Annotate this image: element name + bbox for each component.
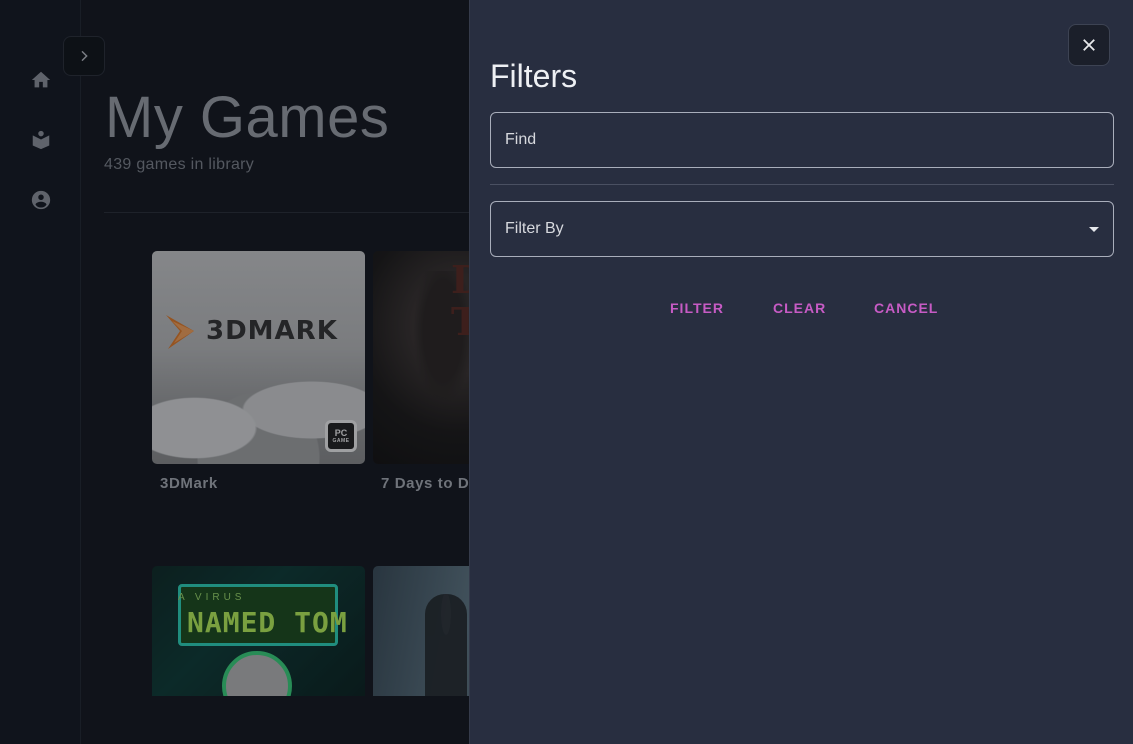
pc-game-badge-icon: PC GAME xyxy=(325,420,357,452)
filters-panel: Filters Filter By FILTER CLEAR CANCEL xyxy=(469,0,1133,744)
game-title-7-days-to-die[interactable]: 7 Days to Die xyxy=(381,475,483,492)
dropdown-arrow-icon xyxy=(1089,227,1099,232)
3dmark-swoosh-icon xyxy=(166,315,194,349)
panel-title: Filters xyxy=(490,58,578,94)
badge-bottom-text: GAME xyxy=(332,437,350,444)
badge-top-text: PC xyxy=(334,427,348,438)
3dmark-logo: 3DMARK xyxy=(164,309,338,353)
filter-by-select[interactable]: Filter By xyxy=(490,201,1114,257)
home-icon[interactable] xyxy=(28,67,54,93)
divider xyxy=(490,184,1114,185)
game-card-a-virus-named-tom[interactable]: A VIRUS NAMED TOM xyxy=(152,566,365,696)
card-art-small-text: A VIRUS xyxy=(178,592,246,603)
close-icon xyxy=(1083,39,1095,51)
library-icon[interactable] xyxy=(28,127,54,153)
page-title: My Games xyxy=(105,85,390,150)
filter-button[interactable]: FILTER xyxy=(670,300,724,316)
cancel-button[interactable]: CANCEL xyxy=(874,300,938,316)
game-card-3dmark[interactable]: 3DMARK PC GAME xyxy=(152,251,365,464)
card-art xyxy=(425,594,467,696)
library-count: 439 games in library xyxy=(104,156,255,173)
clear-button[interactable]: CLEAR xyxy=(773,300,826,316)
card-art-big-text: NAMED TOM xyxy=(187,606,348,639)
divider xyxy=(104,212,494,213)
filter-by-label: Filter By xyxy=(505,220,564,237)
game-title-3dmark[interactable]: 3DMark xyxy=(160,475,218,492)
account-icon[interactable] xyxy=(28,187,54,213)
find-field[interactable] xyxy=(490,112,1114,168)
filter-actions: FILTER CLEAR CANCEL xyxy=(470,300,1133,320)
card-art-orb xyxy=(222,651,292,696)
app-window: My Games 439 games in library 3DMARK PC … xyxy=(0,0,1133,744)
3dmark-logo-text: 3DMARK xyxy=(206,316,338,346)
find-input[interactable] xyxy=(491,113,1113,167)
nav-rail xyxy=(0,0,81,744)
close-button[interactable] xyxy=(1068,24,1110,66)
